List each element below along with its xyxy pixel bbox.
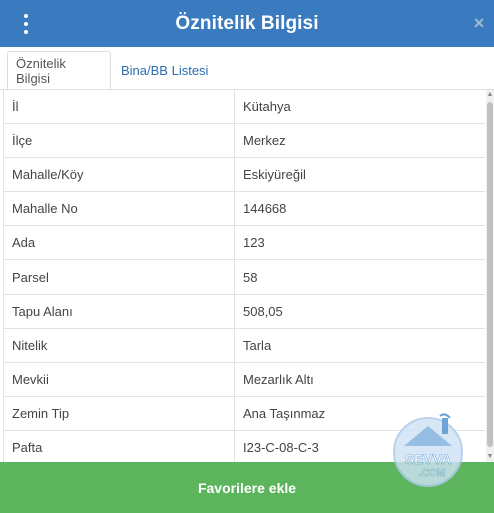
table-row: İl Kütahya: [3, 89, 485, 125]
attribute-key: Mahalle/Köy: [3, 157, 235, 193]
attribute-table-container: İl Kütahya İlçe Merkez Mahalle/Köy Eskiy…: [3, 89, 485, 462]
attribute-key: Ada: [3, 225, 235, 261]
attribute-key: Tapu Alanı: [3, 293, 235, 329]
tab-building-list[interactable]: Bina/BB Listesi: [113, 51, 216, 90]
attribute-key: Mahalle No: [3, 191, 235, 227]
scroll-up-arrow-icon[interactable]: ▲: [486, 90, 494, 100]
vertical-scrollbar[interactable]: ▲ ▼: [486, 90, 494, 462]
dialog-header: Öznitelik Bilgisi ×: [0, 0, 494, 47]
attribute-key: İl: [3, 89, 235, 125]
attribute-value: 58: [234, 259, 485, 295]
attribute-key: Pafta: [3, 429, 235, 462]
attribute-key: İlçe: [3, 123, 235, 159]
attribute-value: 508,05: [234, 293, 485, 329]
close-icon[interactable]: ×: [470, 12, 488, 34]
attribute-table: İl Kütahya İlçe Merkez Mahalle/Köy Eskiy…: [3, 89, 485, 462]
attribute-value: Kütahya: [234, 89, 485, 125]
attribute-key: Zemin Tip: [3, 395, 235, 431]
attribute-key: Parsel: [3, 259, 235, 295]
scroll-down-arrow-icon[interactable]: ▼: [486, 452, 494, 462]
attribute-value: Merkez: [234, 123, 485, 159]
kebab-menu-icon[interactable]: [16, 12, 36, 36]
attribute-value: Mezarlık Altı: [234, 361, 485, 397]
attribute-value: Tarla: [234, 327, 485, 363]
attribute-key: Mevkii: [3, 361, 235, 397]
watermark-logo: SEVVA .COM: [393, 413, 463, 487]
svg-text:SEVVA: SEVVA: [405, 451, 451, 467]
table-row: Ada 123: [3, 225, 485, 261]
attribute-key: Nitelik: [3, 327, 235, 363]
table-row: Nitelik Tarla: [3, 327, 485, 363]
table-row: Tapu Alanı 508,05: [3, 293, 485, 329]
table-row: Parsel 58: [3, 259, 485, 295]
table-row: İlçe Merkez: [3, 123, 485, 159]
table-row: Mahalle No 144668: [3, 191, 485, 227]
table-row: Mahalle/Köy Eskiyüreğil: [3, 157, 485, 193]
attribute-value: 123: [234, 225, 485, 261]
attribute-value: Eskiyüreğil: [234, 157, 485, 193]
table-row: Mevkii Mezarlık Altı: [3, 361, 485, 397]
dialog-title: Öznitelik Bilgisi: [175, 12, 319, 34]
scroll-thumb[interactable]: [487, 102, 493, 447]
attribute-value: 144668: [234, 191, 485, 227]
tab-bar: Öznitelik Bilgisi Bina/BB Listesi: [0, 47, 494, 91]
add-favorites-label: Favorilere ekle: [197, 479, 297, 496]
svg-text:.COM: .COM: [419, 468, 445, 479]
tab-attribute-info[interactable]: Öznitelik Bilgisi: [7, 51, 111, 91]
